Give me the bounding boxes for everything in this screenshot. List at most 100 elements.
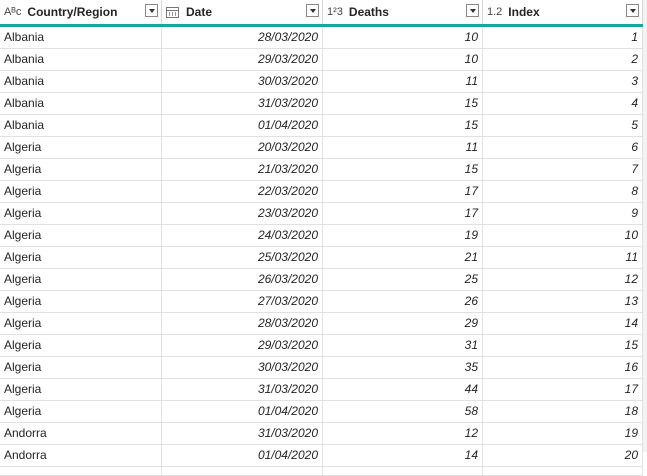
cell-country-region[interactable]: Albania (0, 49, 162, 70)
cell-index[interactable]: 12 (483, 269, 643, 290)
column-header-deaths[interactable]: 1²3 Deaths (323, 0, 483, 24)
table-row[interactable]: Algeria 23/03/2020 17 9 (0, 203, 643, 225)
cell-country-region[interactable]: Algeria (0, 181, 162, 202)
table-row[interactable]: Albania 30/03/2020 11 3 (0, 71, 643, 93)
cell-date[interactable]: 01/04/2020 (162, 115, 323, 136)
cell-country-region[interactable]: Albania (0, 115, 162, 136)
cell-date[interactable]: 30/03/2020 (162, 71, 323, 92)
cell-deaths[interactable]: 58 (323, 401, 483, 422)
cell-date[interactable]: 22/03/2020 (162, 181, 323, 202)
cell-country-region[interactable]: Andorra (0, 445, 162, 466)
cell-deaths[interactable]: 35 (323, 357, 483, 378)
cell-date[interactable]: 29/03/2020 (162, 335, 323, 356)
cell-country-region[interactable]: Algeria (0, 247, 162, 268)
cell-deaths[interactable]: 17 (323, 203, 483, 224)
cell-deaths[interactable]: 21 (323, 247, 483, 268)
cell-date[interactable]: 21/03/2020 (162, 159, 323, 180)
cell-deaths[interactable]: 29 (323, 313, 483, 334)
cell-deaths[interactable]: 31 (323, 335, 483, 356)
cell-country-region[interactable]: Andorra (0, 423, 162, 444)
table-row[interactable]: Algeria 20/03/2020 11 6 (0, 137, 643, 159)
cell-index[interactable]: 16 (483, 357, 643, 378)
table-row[interactable]: Andorra 01/04/2020 14 20 (0, 445, 643, 467)
cell-country-region[interactable]: Albania (0, 71, 162, 92)
cell-index[interactable]: 18 (483, 401, 643, 422)
cell-date[interactable]: 28/03/2020 (162, 313, 323, 334)
whole-number-type-icon[interactable]: 1²3 (327, 6, 343, 18)
cell-date[interactable]: 25/03/2020 (162, 247, 323, 268)
table-row[interactable]: Algeria 27/03/2020 26 13 (0, 291, 643, 313)
column-header-country-region[interactable]: Aᴮc Country/Region (0, 0, 162, 24)
cell-country-region[interactable]: Algeria (0, 291, 162, 312)
cell-date[interactable]: 28/03/2020 (162, 27, 323, 48)
cell-deaths[interactable]: 15 (323, 93, 483, 114)
table-row[interactable]: Algeria 31/03/2020 44 17 (0, 379, 643, 401)
table-row[interactable]: Algeria 26/03/2020 25 12 (0, 269, 643, 291)
cell-country-region[interactable]: Algeria (0, 159, 162, 180)
cell-country-region[interactable]: Algeria (0, 203, 162, 224)
table-row[interactable]: Algeria 30/03/2020 35 16 (0, 357, 643, 379)
cell-deaths[interactable]: 14 (323, 445, 483, 466)
cell-deaths[interactable]: 12 (323, 423, 483, 444)
table-row[interactable]: Algeria 24/03/2020 19 10 (0, 225, 643, 247)
cell-index[interactable]: 19 (483, 423, 643, 444)
table-row[interactable]: Algeria 01/04/2020 58 18 (0, 401, 643, 423)
cell-deaths[interactable]: 44 (323, 379, 483, 400)
table-row[interactable]: Algeria 25/03/2020 21 11 (0, 247, 643, 269)
cell-country-region[interactable]: Albania (0, 27, 162, 48)
cell-date[interactable]: 31/03/2020 (162, 379, 323, 400)
table-row[interactable]: Albania 01/04/2020 15 5 (0, 115, 643, 137)
table-row[interactable]: Algeria 28/03/2020 29 14 (0, 313, 643, 335)
cell-date[interactable]: 01/04/2020 (162, 445, 323, 466)
cell-deaths[interactable]: 15 (323, 115, 483, 136)
cell-index[interactable]: 8 (483, 181, 643, 202)
column-header-date[interactable]: Date (162, 0, 323, 24)
cell-index[interactable]: 15 (483, 335, 643, 356)
cell-deaths[interactable]: 19 (323, 225, 483, 246)
filter-dropdown-button[interactable] (306, 4, 319, 17)
cell-date[interactable]: 27/03/2020 (162, 291, 323, 312)
filter-dropdown-button[interactable] (626, 4, 639, 17)
cell-date[interactable]: 31/03/2020 (162, 423, 323, 444)
cell-deaths[interactable]: 17 (323, 181, 483, 202)
filter-dropdown-button[interactable] (466, 4, 479, 17)
cell-index[interactable]: 14 (483, 313, 643, 334)
cell-date[interactable]: 20/03/2020 (162, 137, 323, 158)
cell-deaths[interactable]: 15 (323, 159, 483, 180)
table-row[interactable]: Albania 31/03/2020 15 4 (0, 93, 643, 115)
cell-index[interactable]: 3 (483, 71, 643, 92)
table-row[interactable]: Andorra 31/03/2020 12 19 (0, 423, 643, 445)
cell-index[interactable]: 9 (483, 203, 643, 224)
cell-date[interactable]: 01/04/2020 (162, 401, 323, 422)
cell-deaths[interactable]: 25 (323, 269, 483, 290)
cell-country-region[interactable]: Algeria (0, 137, 162, 158)
cell-deaths[interactable]: 11 (323, 137, 483, 158)
cell-index[interactable]: 7 (483, 159, 643, 180)
cell-index[interactable]: 10 (483, 225, 643, 246)
cell-index[interactable]: 13 (483, 291, 643, 312)
cell-index[interactable]: 20 (483, 445, 643, 466)
vertical-scrollbar[interactable] (643, 0, 647, 452)
cell-country-region[interactable]: Algeria (0, 225, 162, 246)
cell-deaths[interactable]: 10 (323, 27, 483, 48)
cell-index[interactable]: 5 (483, 115, 643, 136)
table-row[interactable]: Algeria 21/03/2020 15 7 (0, 159, 643, 181)
text-type-icon[interactable]: Aᴮc (4, 6, 21, 18)
cell-date[interactable]: 26/03/2020 (162, 269, 323, 290)
cell-country-region[interactable]: Algeria (0, 379, 162, 400)
column-header-index[interactable]: 1.2 Index (483, 0, 643, 24)
cell-date[interactable]: 29/03/2020 (162, 49, 323, 70)
cell-country-region[interactable]: Algeria (0, 357, 162, 378)
calendar-icon[interactable] (166, 6, 179, 18)
table-row[interactable]: Albania 29/03/2020 10 2 (0, 49, 643, 71)
cell-date[interactable]: 23/03/2020 (162, 203, 323, 224)
cell-date[interactable]: 30/03/2020 (162, 357, 323, 378)
table-row[interactable]: Algeria 29/03/2020 31 15 (0, 335, 643, 357)
cell-country-region[interactable]: Algeria (0, 269, 162, 290)
cell-index[interactable]: 2 (483, 49, 643, 70)
table-row[interactable]: Algeria 22/03/2020 17 8 (0, 181, 643, 203)
cell-index[interactable]: 17 (483, 379, 643, 400)
cell-date[interactable]: 31/03/2020 (162, 93, 323, 114)
cell-country-region[interactable]: Albania (0, 93, 162, 114)
cell-deaths[interactable]: 10 (323, 49, 483, 70)
